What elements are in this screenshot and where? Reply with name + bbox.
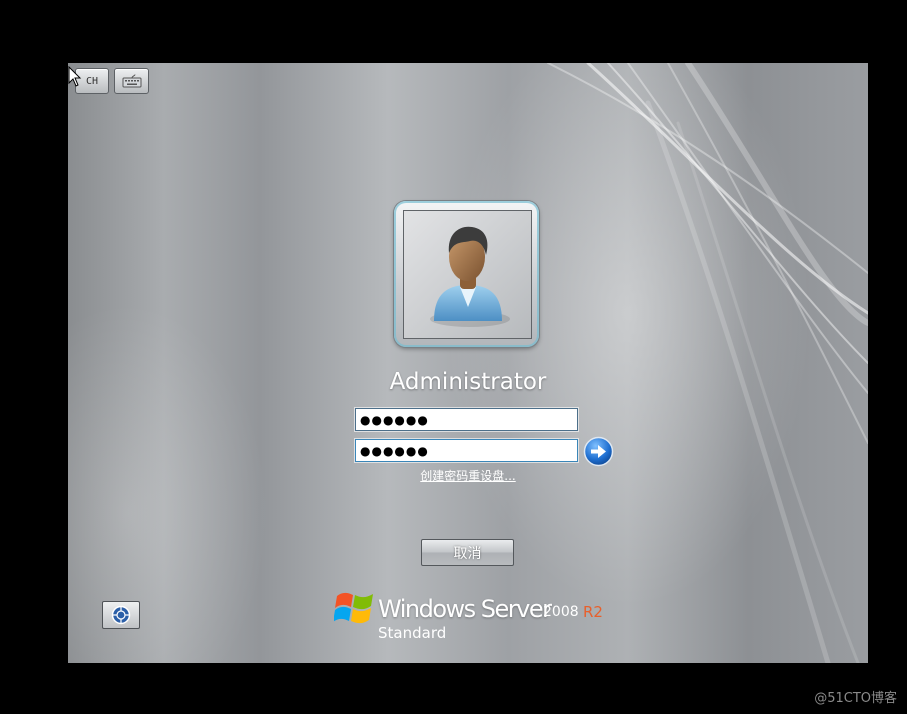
brand-version: 2008 bbox=[543, 604, 579, 620]
windows-server-branding: Windows Server 2008 R2 Standard bbox=[334, 587, 614, 647]
on-screen-keyboard-button[interactable] bbox=[114, 68, 149, 94]
ease-of-access-button[interactable] bbox=[102, 601, 140, 629]
confirm-password-field[interactable]: ●●●●●● bbox=[355, 439, 578, 462]
password-field[interactable]: ●●●●●● bbox=[355, 408, 578, 431]
mouse-cursor-icon bbox=[68, 66, 82, 87]
submit-button[interactable] bbox=[583, 436, 614, 467]
windows-flag-icon bbox=[334, 592, 373, 624]
cancel-label: 取消 bbox=[453, 545, 482, 562]
brand-release: R2 bbox=[583, 603, 603, 621]
create-password-reset-disk-link[interactable]: 创建密码重设盘... bbox=[68, 467, 868, 484]
user-avatar-icon bbox=[403, 210, 532, 339]
cancel-button[interactable]: 取消 bbox=[421, 539, 514, 566]
ease-of-access-icon bbox=[111, 605, 131, 625]
language-label: CH bbox=[85, 75, 99, 87]
arrow-right-icon bbox=[583, 436, 614, 467]
brand-edition: Standard bbox=[378, 624, 447, 642]
watermark: @51CTO博客 bbox=[814, 691, 897, 706]
user-avatar-frame bbox=[394, 201, 539, 347]
brand-product: Windows Server bbox=[378, 595, 552, 623]
background-swirl bbox=[547, 63, 868, 663]
user-name: Administrator bbox=[389, 369, 547, 395]
logon-screen: CH Administrator ●●●●●● ●●●●●● 创建密码重设盘..… bbox=[68, 63, 868, 663]
keyboard-icon bbox=[122, 74, 141, 88]
